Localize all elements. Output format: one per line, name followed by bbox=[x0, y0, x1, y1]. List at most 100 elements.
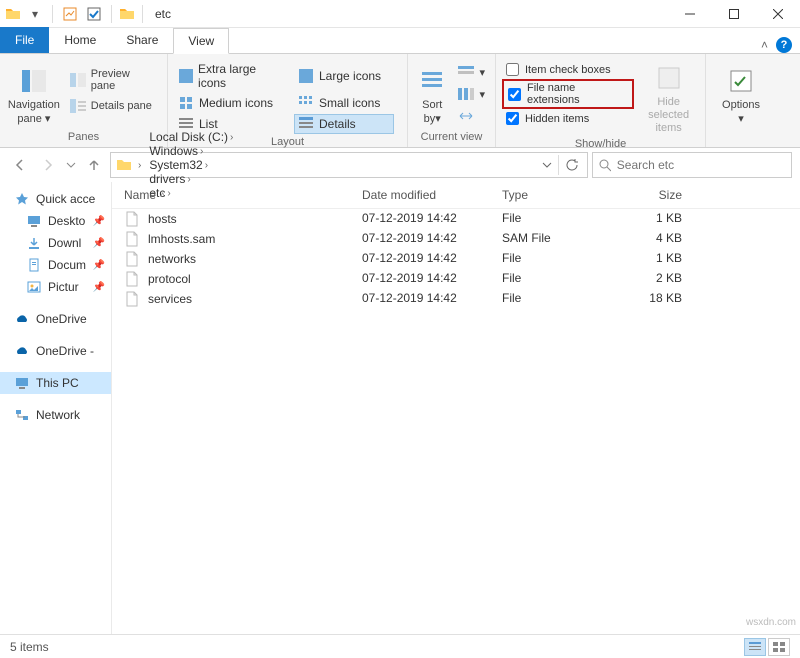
address-bar[interactable]: › Local Disk (C:) ›Windows ›System32 ›dr… bbox=[110, 152, 588, 178]
help-icon[interactable]: ? bbox=[776, 37, 792, 53]
navigation-pane-button[interactable]: Navigation pane ▾ bbox=[6, 58, 62, 129]
chevron-right-icon: › bbox=[138, 160, 141, 171]
pin-icon: 📌 bbox=[93, 260, 105, 271]
layout-medium[interactable]: Medium icons bbox=[174, 93, 286, 113]
address-folder-icon bbox=[115, 156, 133, 174]
folder-icon bbox=[4, 5, 22, 23]
item-checkboxes-checkbox[interactable] bbox=[506, 63, 519, 76]
file-row[interactable]: networks07-12-2019 14:42File1 KB bbox=[112, 249, 800, 269]
desktop-icon bbox=[26, 213, 42, 229]
this-pc-icon bbox=[14, 375, 30, 391]
tab-home[interactable]: Home bbox=[49, 27, 111, 53]
up-button[interactable] bbox=[82, 153, 106, 177]
pin-icon: 📌 bbox=[93, 238, 105, 249]
forward-button[interactable] bbox=[36, 153, 60, 177]
qat-properties-icon[interactable] bbox=[59, 3, 81, 25]
column-size[interactable]: Size bbox=[612, 188, 702, 202]
onedrive-icon bbox=[14, 343, 30, 359]
chevron-right-icon: › bbox=[205, 160, 208, 171]
file-row[interactable]: lmhosts.sam07-12-2019 14:42SAM File4 KB bbox=[112, 229, 800, 249]
documents-icon bbox=[26, 257, 42, 273]
file-row[interactable]: protocol07-12-2019 14:42File2 KB bbox=[112, 269, 800, 289]
qat-checkbox-icon[interactable] bbox=[83, 3, 105, 25]
layout-small[interactable]: Small icons bbox=[294, 93, 394, 113]
file-icon bbox=[124, 291, 140, 307]
sidebar-this-pc[interactable]: This PC bbox=[0, 372, 111, 394]
column-type[interactable]: Type bbox=[502, 188, 612, 202]
collapse-ribbon-icon[interactable]: ˄ bbox=[761, 38, 768, 52]
tab-file[interactable]: File bbox=[0, 27, 49, 53]
breadcrumb-segment[interactable]: › bbox=[135, 160, 144, 171]
file-extensions-toggle[interactable]: File name extensions bbox=[502, 79, 634, 109]
file-row[interactable]: services07-12-2019 14:42File18 KB bbox=[112, 289, 800, 309]
breadcrumb-segment[interactable]: Windows › bbox=[146, 144, 236, 158]
onedrive-icon bbox=[14, 311, 30, 327]
details-pane-button[interactable]: Details pane bbox=[66, 96, 161, 116]
view-large-icons-button[interactable] bbox=[768, 638, 790, 656]
navigation-pane-icon bbox=[18, 65, 50, 97]
file-row[interactable]: hosts07-12-2019 14:42File1 KB bbox=[112, 209, 800, 229]
size-columns-button[interactable] bbox=[454, 106, 489, 126]
minimize-button[interactable] bbox=[668, 0, 712, 28]
quick-access-toolbar: ▾ etc bbox=[0, 3, 175, 25]
sidebar-onedrive[interactable]: OneDrive bbox=[0, 308, 111, 330]
window-title: etc bbox=[155, 7, 171, 21]
main-area: Quick acce Deskto📌Downl📌Docum📌Pictur📌 On… bbox=[0, 182, 800, 634]
sort-icon bbox=[416, 65, 448, 97]
hide-selected-icon bbox=[653, 62, 685, 94]
search-box[interactable] bbox=[592, 152, 792, 178]
options-icon bbox=[725, 65, 757, 97]
recent-locations-button[interactable] bbox=[64, 153, 78, 177]
view-details-button[interactable] bbox=[744, 638, 766, 656]
pin-icon: 📌 bbox=[93, 216, 105, 227]
file-list: Name ˄ Date modified Type Size hosts07-1… bbox=[112, 182, 800, 634]
address-dropdown-icon[interactable] bbox=[542, 160, 552, 170]
item-checkboxes-toggle[interactable]: Item check boxes bbox=[502, 62, 634, 77]
separator bbox=[558, 155, 559, 175]
details-icon bbox=[298, 116, 314, 132]
sidebar-onedrive-2[interactable]: OneDrive - bbox=[0, 340, 111, 362]
qat-dropdown-icon[interactable]: ▾ bbox=[24, 3, 46, 25]
column-date[interactable]: Date modified bbox=[362, 188, 502, 202]
maximize-button[interactable] bbox=[712, 0, 756, 28]
sidebar-item-pictures[interactable]: Pictur📌 bbox=[0, 276, 111, 298]
tab-view[interactable]: View bbox=[173, 28, 229, 54]
close-button[interactable] bbox=[756, 0, 800, 28]
sidebar-quick-access[interactable]: Quick acce bbox=[0, 188, 111, 210]
separator bbox=[142, 5, 143, 23]
hidden-items-checkbox[interactable] bbox=[506, 112, 519, 125]
sort-by-button[interactable]: Sort by▾ bbox=[414, 58, 450, 129]
column-name[interactable]: Name ˄ bbox=[112, 188, 362, 202]
add-columns-button[interactable]: ▾ bbox=[454, 84, 489, 104]
sidebar-item-documents[interactable]: Docum📌 bbox=[0, 254, 111, 276]
tab-share[interactable]: Share bbox=[111, 27, 173, 53]
hide-selected-button[interactable]: Hide selected items bbox=[638, 58, 699, 136]
medium-icons-icon bbox=[178, 95, 194, 111]
add-columns-icon bbox=[458, 86, 474, 102]
group-by-button[interactable]: ▾ bbox=[454, 62, 489, 82]
sidebar-item-desktop[interactable]: Deskto📌 bbox=[0, 210, 111, 232]
column-headers: Name ˄ Date modified Type Size bbox=[112, 182, 800, 209]
layout-large[interactable]: Large icons bbox=[294, 60, 394, 92]
refresh-button[interactable] bbox=[565, 158, 579, 172]
options-button[interactable]: Options ▾ bbox=[712, 58, 770, 129]
preview-pane-icon bbox=[70, 72, 86, 88]
watermark-text: wsxdn.com bbox=[746, 617, 796, 628]
preview-pane-button[interactable]: Preview pane bbox=[66, 66, 161, 94]
back-button[interactable] bbox=[8, 153, 32, 177]
file-extensions-checkbox[interactable] bbox=[508, 88, 521, 101]
breadcrumb-segment[interactable]: System32 › bbox=[146, 158, 236, 172]
sidebar-item-downloads[interactable]: Downl📌 bbox=[0, 232, 111, 254]
status-bar: 5 items bbox=[0, 634, 800, 658]
layout-details[interactable]: Details bbox=[294, 114, 394, 134]
pictures-icon bbox=[26, 279, 42, 295]
search-icon bbox=[599, 159, 611, 172]
search-input[interactable] bbox=[617, 158, 785, 172]
layout-extra-large[interactable]: Extra large icons bbox=[174, 60, 286, 92]
hidden-items-toggle[interactable]: Hidden items bbox=[502, 111, 634, 126]
app-folder-icon bbox=[118, 5, 136, 23]
breadcrumb-segment[interactable]: Local Disk (C:) › bbox=[146, 130, 236, 144]
sidebar-network[interactable]: Network bbox=[0, 404, 111, 426]
downloads-icon bbox=[26, 235, 42, 251]
chevron-right-icon: › bbox=[230, 132, 233, 143]
